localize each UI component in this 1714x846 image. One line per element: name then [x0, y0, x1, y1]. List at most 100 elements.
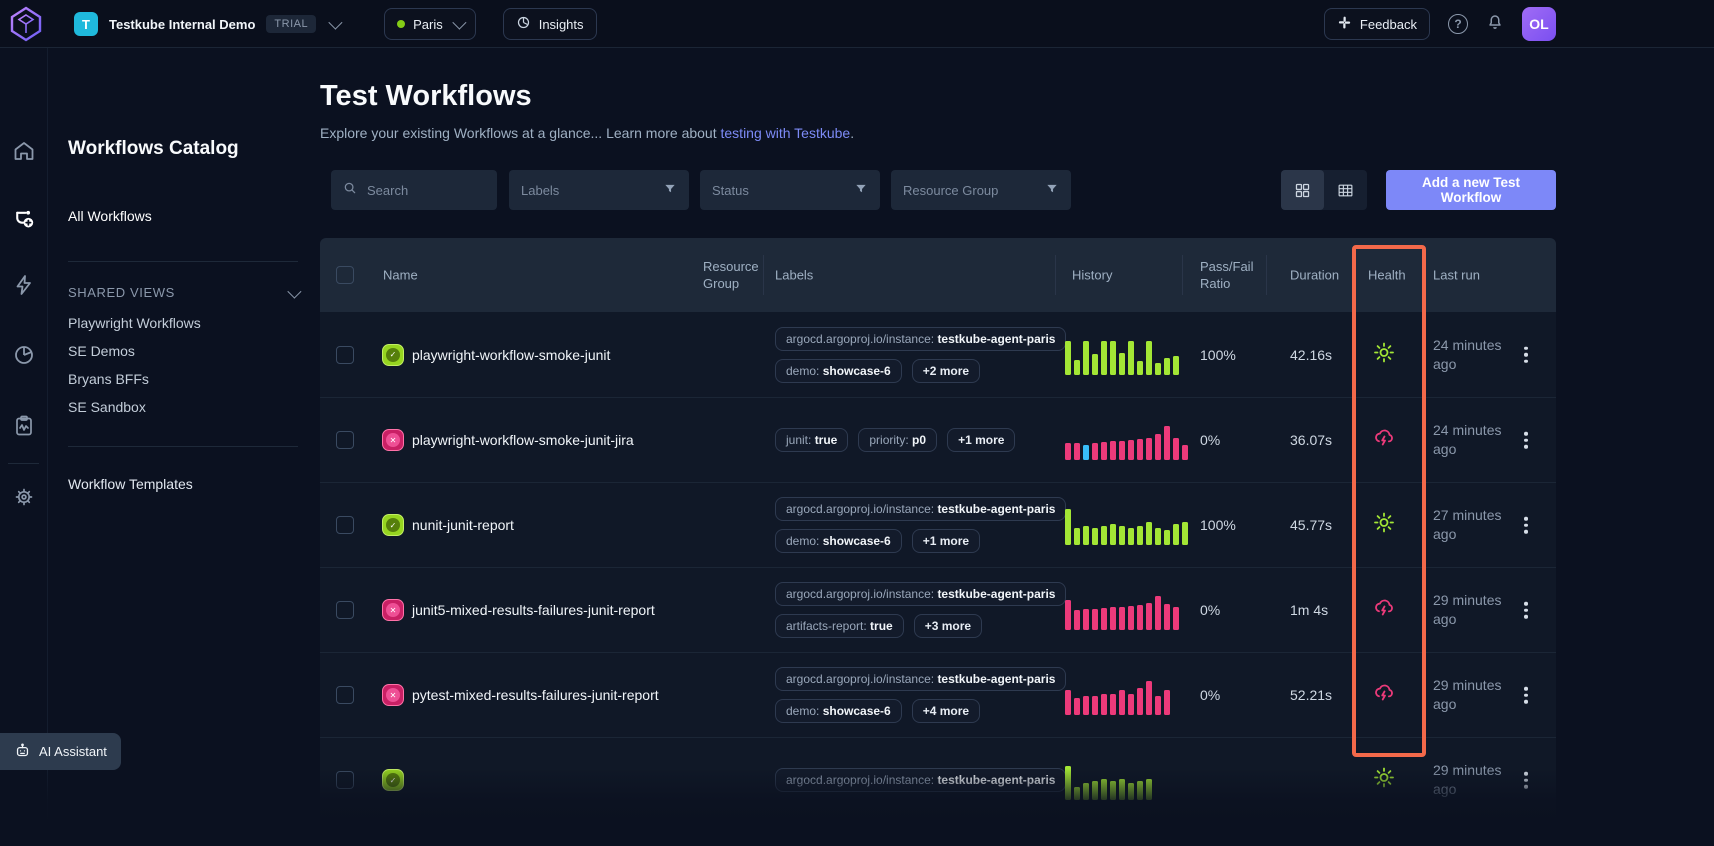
more-labels-badge[interactable]: +1 more — [912, 529, 980, 553]
history-bar[interactable] — [1164, 690, 1170, 715]
history-bars[interactable] — [1065, 675, 1195, 715]
history-bar[interactable] — [1155, 696, 1161, 715]
row-actions-menu[interactable] — [1520, 428, 1532, 453]
workflow-name[interactable]: nunit-junit-report — [412, 517, 514, 533]
history-bar[interactable] — [1092, 528, 1098, 545]
history-bar[interactable] — [1173, 524, 1179, 545]
history-bar[interactable] — [1137, 781, 1143, 800]
history-bars[interactable] — [1065, 420, 1195, 460]
history-bar[interactable] — [1155, 434, 1161, 460]
testkube-logo-icon[interactable] — [8, 6, 44, 42]
history-bar[interactable] — [1119, 526, 1125, 545]
history-bar[interactable] — [1101, 526, 1107, 545]
row-actions-menu[interactable] — [1520, 768, 1532, 793]
insights-button[interactable]: Insights — [503, 8, 597, 40]
table-row[interactable]: ✓playwright-workflow-smoke-junitargocd.a… — [320, 312, 1556, 397]
history-bar[interactable] — [1164, 604, 1170, 630]
history-bar[interactable] — [1128, 783, 1134, 800]
table-row[interactable]: ✓nunit-junit-reportargocd.argoproj.io/in… — [320, 482, 1556, 567]
test-results-icon[interactable] — [12, 414, 36, 443]
history-bar[interactable] — [1119, 607, 1125, 630]
history-bar[interactable] — [1065, 600, 1071, 630]
select-all-checkbox[interactable] — [336, 266, 354, 284]
label-badge[interactable]: argocd.argoproj.io/instance: testkube-ag… — [775, 327, 1066, 351]
history-bar[interactable] — [1083, 696, 1089, 715]
history-bar[interactable] — [1173, 438, 1179, 460]
history-bar[interactable] — [1137, 688, 1143, 715]
history-bar[interactable] — [1173, 356, 1179, 375]
history-bar[interactable] — [1074, 443, 1080, 460]
history-bar[interactable] — [1065, 766, 1071, 800]
history-bars[interactable] — [1065, 335, 1195, 375]
table-view-toggle[interactable] — [1324, 170, 1367, 210]
history-bar[interactable] — [1092, 354, 1098, 375]
workflow-name[interactable]: playwright-workflow-smoke-junit-jira — [412, 432, 634, 448]
row-checkbox[interactable] — [336, 686, 354, 704]
history-bars[interactable] — [1065, 505, 1195, 545]
history-bar[interactable] — [1092, 443, 1098, 460]
shared-views-header[interactable]: SHARED VIEWS — [68, 285, 298, 300]
label-badge[interactable]: demo: showcase-6 — [775, 699, 902, 723]
row-actions-menu[interactable] — [1520, 342, 1532, 367]
history-bar[interactable] — [1137, 439, 1143, 460]
insights-pie-icon[interactable] — [12, 343, 36, 372]
sidebar-item-shared-view[interactable]: Bryans BFFs — [68, 371, 149, 387]
history-bar[interactable] — [1128, 440, 1134, 460]
ai-assistant-button[interactable]: AI Assistant — [0, 733, 121, 770]
testing-with-testkube-link[interactable]: testing with Testkube — [721, 125, 851, 141]
history-bar[interactable] — [1092, 781, 1098, 800]
more-labels-badge[interactable]: +1 more — [947, 428, 1015, 452]
history-bar[interactable] — [1110, 524, 1116, 545]
search-input[interactable] — [365, 182, 475, 199]
label-badge[interactable]: argocd.argoproj.io/instance: testkube-ag… — [775, 582, 1066, 606]
labels-filter[interactable]: Labels — [509, 170, 689, 210]
history-bar[interactable] — [1065, 341, 1071, 375]
row-checkbox[interactable] — [336, 516, 354, 534]
row-checkbox[interactable] — [336, 431, 354, 449]
label-badge[interactable]: argocd.argoproj.io/instance: testkube-ag… — [775, 768, 1066, 792]
sidebar-item-all-workflows[interactable]: All Workflows — [68, 208, 152, 224]
label-badge[interactable]: argocd.argoproj.io/instance: testkube-ag… — [775, 497, 1066, 521]
history-bar[interactable] — [1065, 509, 1071, 545]
history-bar[interactable] — [1110, 781, 1116, 800]
more-labels-badge[interactable]: +3 more — [914, 614, 982, 638]
workflow-name[interactable]: pytest-mixed-results-failures-junit-repo… — [412, 687, 659, 703]
history-bar[interactable] — [1164, 426, 1170, 460]
label-badge[interactable]: junit: true — [775, 428, 848, 452]
triggers-lightning-icon[interactable] — [12, 273, 36, 302]
row-checkbox[interactable] — [336, 771, 354, 789]
label-badge[interactable]: priority: p0 — [858, 428, 937, 452]
history-bar[interactable] — [1137, 526, 1143, 545]
history-bar[interactable] — [1083, 609, 1089, 630]
history-bars[interactable] — [1065, 590, 1195, 630]
history-bar[interactable] — [1155, 363, 1161, 375]
help-icon[interactable]: ? — [1448, 14, 1468, 34]
status-filter[interactable]: Status — [700, 170, 880, 210]
history-bar[interactable] — [1146, 681, 1152, 715]
row-actions-menu[interactable] — [1520, 598, 1532, 623]
history-bar[interactable] — [1173, 607, 1179, 630]
history-bar[interactable] — [1092, 609, 1098, 630]
history-bar[interactable] — [1074, 610, 1080, 630]
history-bar[interactable] — [1128, 694, 1134, 715]
history-bar[interactable] — [1101, 442, 1107, 460]
history-bar[interactable] — [1074, 787, 1080, 800]
history-bar[interactable] — [1119, 690, 1125, 715]
history-bar[interactable] — [1092, 696, 1098, 715]
history-bar[interactable] — [1110, 341, 1116, 375]
sidebar-item-workflow-templates[interactable]: Workflow Templates — [68, 476, 193, 492]
history-bar[interactable] — [1182, 522, 1188, 545]
history-bar[interactable] — [1146, 438, 1152, 460]
row-checkbox[interactable] — [336, 346, 354, 364]
feedback-button[interactable]: Feedback — [1324, 8, 1430, 40]
history-bar[interactable] — [1110, 607, 1116, 630]
history-bar[interactable] — [1128, 341, 1134, 375]
row-actions-menu[interactable] — [1520, 513, 1532, 538]
history-bar[interactable] — [1146, 522, 1152, 545]
label-badge[interactable]: argocd.argoproj.io/instance: testkube-ag… — [775, 667, 1066, 691]
more-labels-badge[interactable]: +4 more — [912, 699, 980, 723]
org-name[interactable]: Testkube Internal Demo — [109, 17, 255, 32]
sidebar-item-shared-view[interactable]: Playwright Workflows — [68, 315, 201, 331]
history-bar[interactable] — [1146, 779, 1152, 800]
history-bar[interactable] — [1164, 358, 1170, 375]
